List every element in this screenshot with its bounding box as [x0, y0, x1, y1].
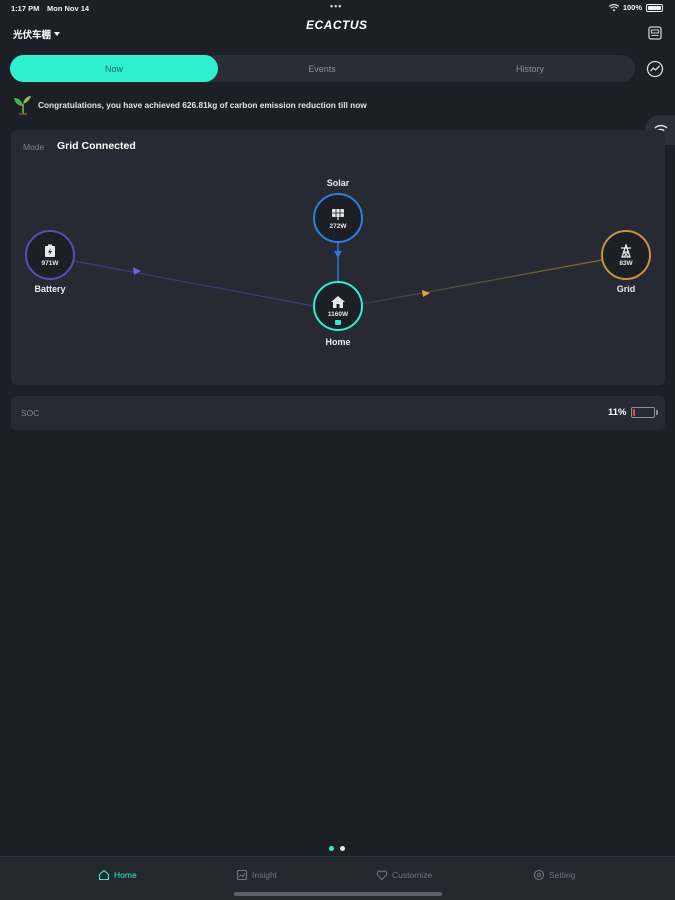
status-right: 100%: [608, 3, 663, 12]
solar-flow-arrow: [334, 251, 342, 258]
view-tabs: Now Events History: [10, 55, 635, 82]
soc-label: SOC: [21, 408, 40, 418]
brand-logo: ECACTUS: [306, 18, 368, 32]
nav-customize[interactable]: Customize: [376, 869, 432, 881]
station-selector[interactable]: 光伏车棚: [13, 27, 61, 41]
grid-flow-arrow: [422, 290, 430, 297]
home-icon: [331, 295, 345, 308]
grid-flow-line: [361, 259, 603, 305]
page-dot[interactable]: [340, 846, 345, 851]
nav-setting-label: Setting: [549, 870, 576, 880]
solar-panel-icon: [332, 208, 344, 220]
page-dot[interactable]: [329, 846, 334, 851]
nav-setting[interactable]: Setting: [533, 869, 575, 881]
battery-percent: 100%: [622, 3, 642, 12]
solar-node[interactable]: 272W: [313, 193, 363, 243]
home-label: Home: [325, 337, 351, 347]
station-name: 光伏车棚: [13, 30, 52, 41]
page-indicator: [329, 846, 345, 851]
multitask-dots[interactable]: •••: [330, 1, 342, 11]
tab-now[interactable]: Now: [10, 55, 218, 82]
battery-status-icon: [646, 3, 663, 12]
sprout-icon: [14, 96, 31, 115]
home-value: 1160W: [327, 310, 349, 318]
bottom-nav: Home Insight Customize Setting: [0, 856, 675, 900]
battery-node[interactable]: 971W: [25, 230, 75, 280]
power-tower-icon: [621, 243, 631, 258]
nav-insight[interactable]: Insight: [236, 869, 277, 881]
grid-value: 83W: [619, 259, 633, 267]
battery-label: Battery: [34, 284, 66, 294]
soc-battery-icon: [631, 407, 655, 418]
carbon-banner: Congratulations, you have achieved 626.8…: [13, 95, 367, 115]
battery-charge-icon: [45, 244, 55, 257]
grid-node[interactable]: 83W: [601, 230, 651, 280]
gear-icon: [533, 869, 545, 881]
battery-value: 971W: [41, 259, 59, 267]
soc-card: SOC 11%: [11, 396, 665, 430]
soc-value: 11%: [608, 407, 627, 418]
nav-insight-label: Insight: [252, 870, 278, 880]
status-bar: 1:17 PM Mon Nov 14 ••• 100%: [0, 0, 675, 16]
soc-battery-fill: [633, 409, 635, 416]
battery-flow-line: [73, 260, 315, 307]
soc-battery-tip: [656, 410, 658, 415]
caret-down-icon: [54, 32, 61, 36]
home-indicator-dot: [335, 320, 341, 325]
home-indicator: [234, 892, 442, 896]
heart-icon: [376, 870, 388, 881]
nav-customize-label: Customize: [392, 870, 433, 880]
status-time: 1:17 PM: [11, 4, 40, 13]
device-icon[interactable]: [647, 25, 663, 41]
grid-label: Grid: [616, 284, 636, 294]
solar-label: Solar: [326, 178, 350, 188]
status-date: Mon Nov 14: [47, 4, 90, 13]
tab-events[interactable]: Events: [218, 55, 426, 82]
trend-icon[interactable]: [646, 60, 664, 78]
carbon-message: Congratulations, you have achieved 626.8…: [38, 100, 367, 110]
energy-flow-card: Mode Grid Connected Solar 272W 971W Batt…: [11, 130, 665, 385]
app-header: 光伏车棚 ECACTUS: [0, 16, 675, 48]
home-icon: [98, 869, 110, 881]
nav-home[interactable]: Home: [98, 869, 137, 881]
solar-value: 272W: [329, 222, 347, 230]
wifi-status-icon: [608, 3, 619, 11]
nav-home-label: Home: [114, 870, 137, 880]
tab-history[interactable]: History: [426, 55, 634, 82]
insight-icon: [236, 869, 248, 881]
